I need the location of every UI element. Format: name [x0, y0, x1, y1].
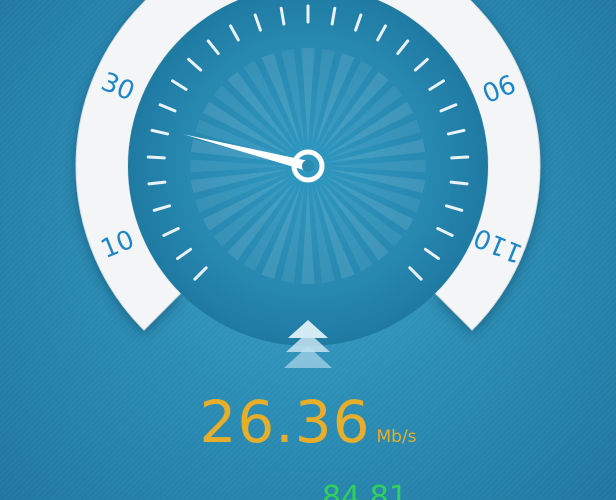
- needle-hub-center: [302, 160, 314, 172]
- gauge-tick: [449, 180, 469, 186]
- gauge-tick: [450, 155, 470, 160]
- gauge-tick: [147, 180, 167, 186]
- gauge-tick: [146, 155, 166, 160]
- speed-readout: 26.36 Mb/s: [0, 388, 616, 456]
- speed-test-screen: 1030507090110 26.36Mb/s 84.81: [0, 0, 616, 500]
- secondary-speed-value: 84.81: [322, 480, 408, 500]
- speed-unit: Mb/s: [376, 427, 417, 447]
- speed-value: 26.36: [199, 388, 371, 456]
